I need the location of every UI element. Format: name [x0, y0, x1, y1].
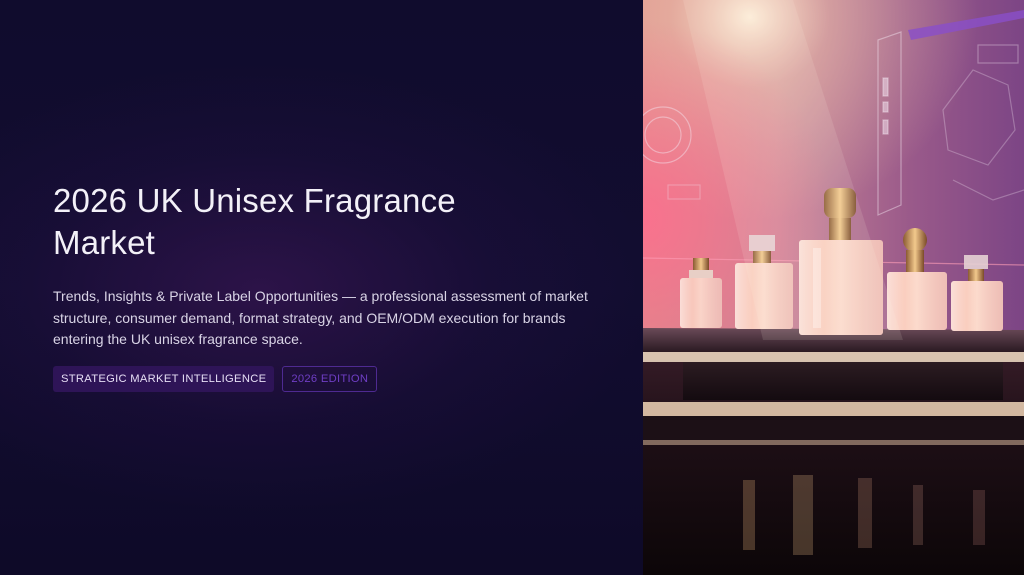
content-panel: 2026 UK Unisex Fragrance Market Trends, … [0, 0, 643, 575]
tag-group: STRATEGIC MARKET INTELLIGENCE 2026 EDITI… [53, 365, 613, 392]
perfume-display-illustration [643, 0, 1024, 575]
content-block: 2026 UK Unisex Fragrance Market Trends, … [53, 180, 613, 392]
strategic-intelligence-tag: STRATEGIC MARKET INTELLIGENCE [53, 365, 275, 392]
slide-subtitle: Trends, Insights & Private Label Opportu… [53, 288, 588, 347]
slide: 2026 UK Unisex Fragrance Market Trends, … [0, 0, 1024, 575]
hero-image [643, 0, 1024, 575]
edition-tag: 2026 EDITION [282, 365, 378, 392]
slide-title: 2026 UK Unisex Fragrance Market [53, 182, 456, 261]
